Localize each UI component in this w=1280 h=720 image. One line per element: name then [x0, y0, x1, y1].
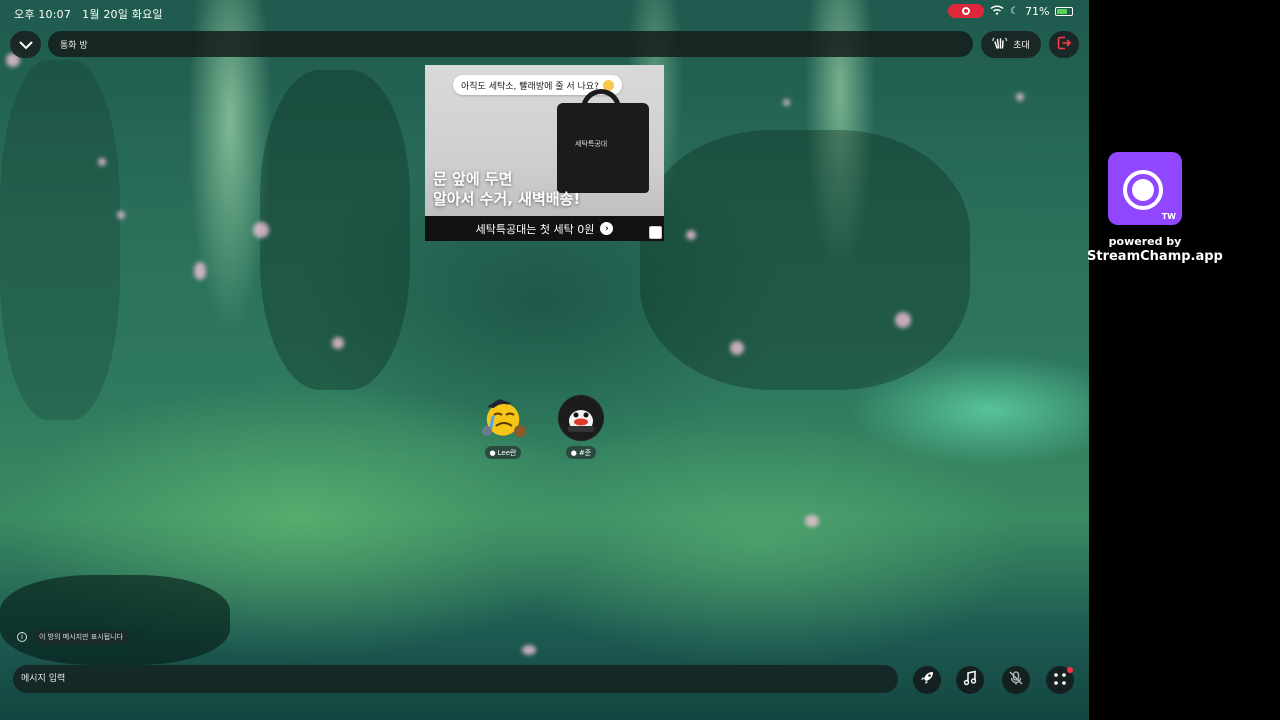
participant-name-tag: ● Lee란	[484, 446, 522, 459]
foliage	[0, 60, 120, 420]
light-orb	[895, 312, 911, 328]
room-notice: i 이 방의 메시지만 표시됩니다	[17, 630, 129, 644]
powered-by-label: powered by	[1108, 235, 1182, 248]
message-input[interactable]	[13, 665, 898, 693]
status-time: 오후 10:07	[14, 8, 72, 21]
ad-headline-line2: 알아서 수거, 새벽배송!	[433, 190, 581, 208]
light-orb	[98, 158, 106, 166]
rocket-button[interactable]	[913, 666, 941, 694]
light-orb	[194, 262, 206, 280]
music-button[interactable]	[956, 666, 984, 694]
advertisement-banner[interactable]: 아직도 세탁소, 빨래방에 줄 서 나요? 세탁특공대 문 앞에 두면 알아서 …	[425, 65, 664, 241]
foreground-leaf	[0, 575, 230, 665]
exit-room-button[interactable]	[1049, 31, 1079, 58]
arrow-right-icon: ›	[600, 222, 614, 235]
chevron-down-icon	[19, 35, 33, 54]
twitch-logo-icon: TW	[1108, 152, 1182, 225]
light-orb	[805, 515, 819, 527]
participant[interactable]: ● Lee란	[479, 393, 527, 459]
mute-button[interactable]	[1002, 666, 1030, 694]
participant-name-tag: ● #준	[565, 446, 597, 459]
moon-icon: ☾	[1010, 5, 1019, 17]
penguin-avatar	[558, 395, 604, 441]
light-orb	[117, 211, 125, 219]
exit-icon	[1056, 35, 1072, 55]
participant-name: #준	[578, 448, 592, 457]
ad-cta-text: 세탁특공대는 첫 세탁 0원	[475, 222, 595, 236]
light-orb	[253, 222, 269, 238]
notice-text: 이 방의 메시지만 표시됩니다	[33, 630, 129, 644]
streamchamp-link: StreamChamp.app	[1087, 249, 1223, 264]
rocket-icon	[919, 670, 935, 690]
wave-hand-icon	[992, 36, 1008, 53]
crying-emoji-pirate-avatar	[479, 393, 527, 441]
participant-name: Lee란	[497, 448, 517, 457]
light-orb	[1016, 93, 1024, 101]
light-orb	[783, 99, 790, 106]
invite-button[interactable]: 초대	[981, 31, 1041, 58]
info-icon: i	[17, 632, 27, 642]
status-date: 1월 20일 화요일	[82, 8, 163, 21]
mic-off-icon	[1008, 670, 1024, 690]
light-orb	[522, 645, 536, 655]
music-icon	[962, 670, 978, 690]
status-bar-indicators: ☾ 71%	[948, 4, 1074, 18]
light-orb	[332, 337, 344, 349]
mic-icon: ●	[570, 448, 577, 457]
status-bar-datetime: 오후 10:07 1월 20일 화요일	[14, 6, 163, 22]
ad-bag-label: 세탁특공대	[575, 140, 608, 148]
participant[interactable]: ● #준	[558, 395, 604, 459]
mic-icon: ●	[489, 448, 496, 457]
ad-bubble-text: 아직도 세탁소, 빨래방에 줄 서 나요?	[461, 81, 599, 92]
more-button[interactable]	[1046, 666, 1074, 694]
more-icon	[1053, 671, 1067, 690]
voice-room-viewport: 오후 10:07 1월 20일 화요일 ☾ 71% 통화 방 초대 아직도 세탁…	[0, 0, 1089, 720]
screen-recording-indicator	[948, 4, 984, 18]
invite-label: 초대	[1013, 41, 1030, 51]
ad-headline-line1: 문 앞에 두면	[433, 170, 513, 188]
logo-text: TW	[1161, 212, 1176, 221]
ad-headline: 문 앞에 두면 알아서 수거, 새벽배송!	[433, 169, 643, 209]
notification-dot	[1067, 667, 1073, 673]
ad-choices-icon[interactable]	[649, 226, 662, 239]
battery-icon	[1055, 6, 1074, 16]
room-title-bar: 통화 방	[48, 31, 973, 57]
wifi-icon	[990, 4, 1004, 18]
collapse-button[interactable]	[10, 31, 41, 58]
ad-cta[interactable]: 세탁특공대는 첫 세탁 0원 ›	[425, 216, 664, 241]
battery-percent: 71%	[1024, 4, 1050, 18]
tree-trunk	[640, 130, 970, 390]
stream-sidebar: TW powered by StreamChamp.app	[1087, 0, 1280, 720]
light-orb	[730, 341, 744, 355]
room-title: 통화 방	[60, 40, 88, 51]
light-orb	[686, 230, 696, 240]
